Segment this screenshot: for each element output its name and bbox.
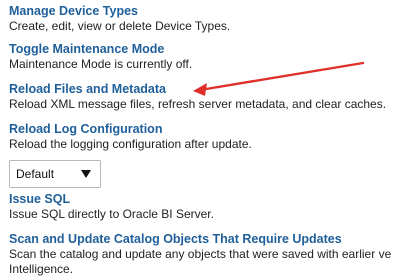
scan-update-catalog-objects-link[interactable]: Scan and Update Catalog Objects That Req… — [9, 232, 398, 247]
reload-files-description: Reload XML message files, refresh server… — [9, 97, 387, 111]
maintenance-mode-status: Maintenance Mode is currently off. — [9, 57, 193, 71]
issue-sql-description: Issue SQL directly to Oracle BI Server. — [9, 207, 214, 221]
reload-log-configuration-link[interactable]: Reload Log Configuration — [9, 122, 398, 137]
toggle-maintenance-mode-section: Toggle Maintenance Mode Maintenance Mode… — [9, 42, 398, 72]
scan-update-catalog-description-line2: Intelligence. — [9, 262, 74, 276]
reload-log-configuration-description: Reload the logging configuration after u… — [9, 137, 252, 151]
manage-device-types-link[interactable]: Manage Device Types — [9, 4, 398, 19]
log-configuration-selected-value: Default — [16, 167, 55, 181]
scan-update-catalog-section: Scan and Update Catalog Objects That Req… — [9, 232, 398, 277]
reload-files-section: Reload Files and Metadata Reload XML mes… — [9, 82, 398, 112]
reload-log-configuration-section: Reload Log Configuration Reload the logg… — [9, 122, 398, 152]
issue-sql-link[interactable]: Issue SQL — [9, 192, 398, 207]
reload-files-and-metadata-link[interactable]: Reload Files and Metadata — [9, 82, 398, 97]
toggle-maintenance-mode-link[interactable]: Toggle Maintenance Mode — [9, 42, 398, 57]
manage-device-types-description: Create, edit, view or delete Device Type… — [9, 19, 231, 33]
log-configuration-select[interactable]: Default — [9, 160, 101, 188]
manage-device-types-section: Manage Device Types Create, edit, view o… — [9, 4, 398, 34]
scan-update-catalog-description-line1: Scan the catalog and update any objects … — [9, 247, 392, 261]
dropdown-arrow-icon — [81, 170, 91, 178]
issue-sql-section: Issue SQL Issue SQL directly to Oracle B… — [9, 192, 398, 222]
administration-actions-page: Manage Device Types Create, edit, view o… — [9, 0, 398, 278]
